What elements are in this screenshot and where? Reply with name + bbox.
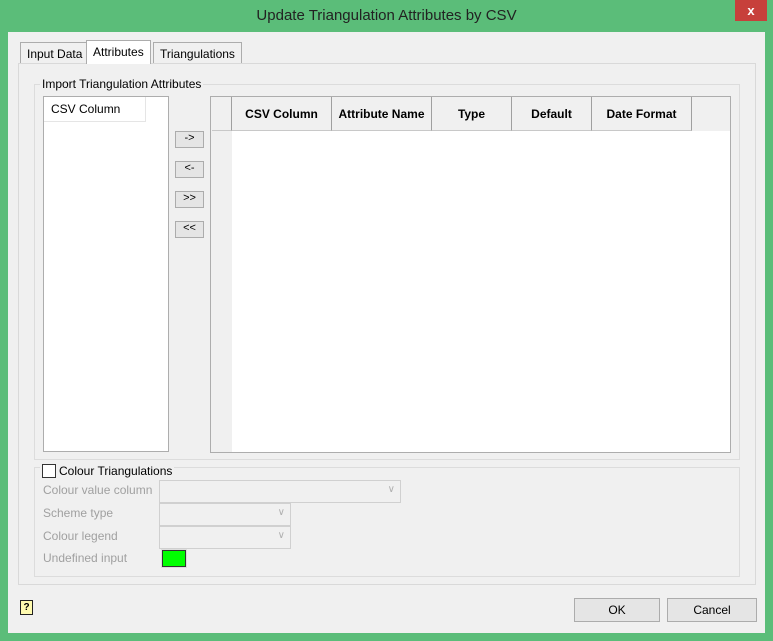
tab-triangulations[interactable]: Triangulations	[153, 42, 242, 64]
remove-all-button[interactable]: <<	[175, 221, 204, 238]
chevron-down-icon: ∨	[277, 507, 285, 518]
colour-triangulations-toggle[interactable]: Colour Triangulations	[40, 463, 175, 479]
remove-button[interactable]: <-	[175, 161, 204, 178]
table-body[interactable]	[232, 131, 730, 452]
colour-legend-label: Colour legend	[43, 529, 118, 543]
row-header-corner	[212, 97, 232, 131]
csv-column-list[interactable]: CSV Column	[43, 96, 169, 452]
column-header-type[interactable]: Type	[432, 97, 512, 131]
undefined-colour-swatch[interactable]	[162, 550, 186, 567]
column-header-attribute-name[interactable]: Attribute Name	[332, 97, 432, 131]
add-all-button[interactable]: >>	[175, 191, 204, 208]
chevron-down-icon: ∨	[277, 530, 285, 541]
undefined-input-label: Undefined input	[43, 551, 128, 565]
colour-value-column-label: Colour value column	[43, 483, 153, 497]
import-group-title: Import Triangulation Attributes	[40, 77, 204, 91]
chevron-down-icon: ∨	[387, 484, 395, 495]
csv-column-list-header[interactable]: CSV Column	[44, 97, 146, 122]
close-button[interactable]: x	[735, 0, 767, 21]
ok-button[interactable]: OK	[574, 598, 660, 622]
help-icon[interactable]: ?	[20, 600, 33, 615]
attributes-table[interactable]: CSV Column Attribute Name Type Default D…	[210, 96, 731, 453]
scheme-type-label: Scheme type	[43, 506, 114, 520]
tab-attributes[interactable]: Attributes	[86, 40, 151, 64]
colour-value-column-select[interactable]: ∨	[159, 480, 401, 503]
add-button[interactable]: ->	[175, 131, 204, 148]
column-header-date-format[interactable]: Date Format	[592, 97, 692, 131]
cancel-button[interactable]: Cancel	[667, 598, 757, 622]
column-header-default[interactable]: Default	[512, 97, 592, 131]
window-title: Update Triangulation Attributes by CSV	[256, 7, 517, 24]
column-header-csv-column[interactable]: CSV Column	[232, 97, 332, 131]
colour-triangulations-checkbox[interactable]	[42, 464, 56, 478]
tab-input-data[interactable]: Input Data	[20, 42, 90, 64]
scheme-type-select[interactable]: ∨	[159, 503, 291, 526]
colour-triangulations-label: Colour Triangulations	[59, 464, 173, 478]
colour-legend-select[interactable]: ∨	[159, 526, 291, 549]
